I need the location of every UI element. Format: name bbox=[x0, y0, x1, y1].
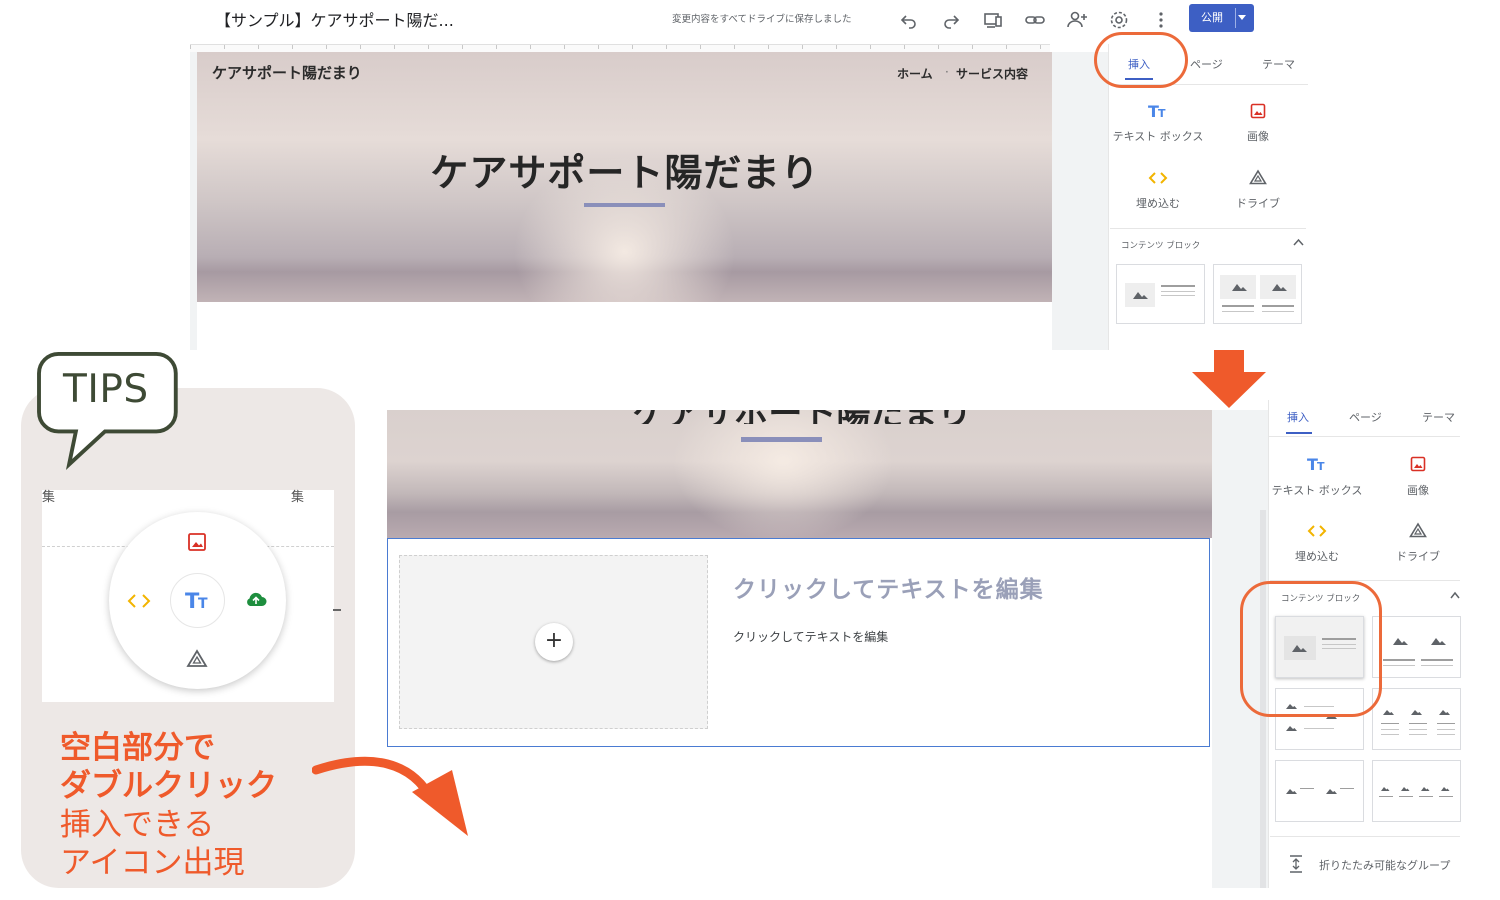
embed-icon[interactable] bbox=[1148, 170, 1168, 186]
svg-text:T: T bbox=[1158, 107, 1166, 120]
tips-edge-mark bbox=[333, 609, 341, 611]
drive-icon[interactable] bbox=[1249, 169, 1267, 186]
preview-icon[interactable] bbox=[981, 8, 1005, 32]
curved-arrow-indicator bbox=[312, 752, 472, 842]
publish-label: 公開 bbox=[1201, 11, 1223, 24]
hero-title-crop: ケアサポート陽だまり bbox=[387, 410, 1212, 424]
document-title[interactable]: 【サンプル】ケアサポート陽だ... bbox=[215, 7, 454, 31]
more-icon[interactable] bbox=[1149, 8, 1173, 32]
insert-image-label-bottom[interactable]: 画像 bbox=[1368, 482, 1468, 498]
tab-insert-bottom[interactable]: 挿入 bbox=[1287, 409, 1309, 425]
content-block-thumb-1[interactable] bbox=[1116, 264, 1205, 324]
content-block-thumb-2[interactable] bbox=[1372, 616, 1461, 678]
content-body-text[interactable]: クリックしてテキストを編集 bbox=[733, 628, 888, 645]
nav-services[interactable]: サービス内容 bbox=[956, 65, 1028, 82]
nav-home[interactable]: ホーム bbox=[897, 65, 933, 82]
embed-icon[interactable] bbox=[1307, 523, 1327, 539]
drive-icon[interactable] bbox=[1409, 522, 1427, 539]
tab-themes[interactable]: テーマ bbox=[1262, 56, 1295, 72]
site-name[interactable]: ケアサポート陽だまり bbox=[212, 62, 362, 83]
hero-underline-bottom bbox=[741, 437, 822, 442]
tips-badge: TIPS bbox=[63, 367, 149, 412]
panel-divider-2 bbox=[1110, 228, 1306, 229]
add-image-button[interactable]: + bbox=[535, 623, 573, 661]
insert-image-label[interactable]: 画像 bbox=[1208, 128, 1308, 144]
highlight-insert-tab bbox=[1094, 32, 1188, 88]
nav-separator: · bbox=[945, 65, 949, 79]
settings-icon[interactable] bbox=[1107, 8, 1131, 32]
insert-text-box-label[interactable]: テキスト ボックス bbox=[1108, 128, 1208, 144]
hero-title[interactable]: ケアサポート陽だまり bbox=[380, 142, 870, 197]
collapse-chevron-icon[interactable] bbox=[1293, 238, 1304, 246]
content-heading[interactable]: クリックしてテキストを編集 bbox=[733, 570, 1044, 604]
insert-drive-label-bottom[interactable]: ドライブ bbox=[1368, 548, 1468, 564]
image-icon[interactable] bbox=[187, 532, 207, 552]
content-block-thumb-6[interactable] bbox=[1372, 760, 1461, 822]
text-box-icon[interactable]: TT bbox=[1307, 455, 1327, 473]
highlight-content-block bbox=[1240, 581, 1382, 717]
svg-text:T: T bbox=[198, 596, 208, 612]
share-icon[interactable] bbox=[1065, 8, 1089, 32]
hero-banner-bottom[interactable] bbox=[387, 410, 1212, 538]
tips-edge-char-right: 集 bbox=[291, 490, 305, 505]
text-box-icon[interactable]: TT bbox=[1148, 102, 1168, 120]
save-status: 変更内容をすべてドライブに保存しました bbox=[672, 14, 852, 25]
collapse-chevron-icon[interactable] bbox=[1450, 591, 1460, 599]
upload-icon[interactable] bbox=[244, 590, 268, 610]
insert-embed-label-bottom[interactable]: 埋め込む bbox=[1268, 548, 1366, 564]
link-icon[interactable] bbox=[1023, 8, 1047, 32]
insert-text-box-label-bottom[interactable]: テキスト ボックス bbox=[1268, 482, 1366, 498]
insert-drive-label[interactable]: ドライブ bbox=[1208, 195, 1308, 211]
text-box-icon[interactable]: TT bbox=[185, 589, 211, 613]
svg-text:T: T bbox=[1317, 460, 1325, 473]
tab-insert-indicator-bottom bbox=[1286, 432, 1312, 434]
down-arrow-indicator bbox=[1190, 350, 1268, 410]
insert-embed-label[interactable]: 埋め込む bbox=[1108, 195, 1208, 211]
image-icon[interactable] bbox=[1250, 103, 1266, 119]
tips-edge-char-left: 集 bbox=[42, 490, 56, 505]
panel-divider-bottom bbox=[1268, 436, 1460, 437]
embed-icon[interactable] bbox=[127, 592, 151, 610]
drive-icon[interactable] bbox=[186, 649, 208, 669]
hero-title-bottom[interactable]: ケアサポート陽だまり bbox=[577, 410, 1027, 424]
redo-icon[interactable] bbox=[939, 8, 963, 32]
undo-icon[interactable] bbox=[897, 8, 921, 32]
panel-divider-bottom-3 bbox=[1270, 836, 1460, 837]
tab-pages[interactable]: ページ bbox=[1190, 56, 1223, 72]
content-block-thumb-5[interactable] bbox=[1275, 760, 1364, 822]
publish-divider bbox=[1235, 8, 1236, 28]
collapsible-group-icon[interactable] bbox=[1289, 855, 1303, 873]
tab-pages-bottom[interactable]: ページ bbox=[1349, 409, 1382, 425]
ruler bbox=[190, 44, 1050, 52]
publish-dropdown-icon[interactable] bbox=[1238, 15, 1246, 20]
publish-button[interactable]: 公開 bbox=[1189, 4, 1254, 32]
collapsible-group-label[interactable]: 折りたたみ可能なグループ bbox=[1319, 857, 1450, 873]
content-block-thumb-4[interactable] bbox=[1372, 688, 1461, 750]
content-block-thumb-2[interactable] bbox=[1213, 264, 1302, 324]
content-blocks-header[interactable]: コンテンツ ブロック bbox=[1121, 239, 1200, 251]
tab-themes-bottom[interactable]: テーマ bbox=[1422, 409, 1455, 425]
hero-underline bbox=[584, 203, 665, 207]
image-icon[interactable] bbox=[1410, 456, 1426, 472]
tips-line-4: アイコン出現 bbox=[60, 845, 245, 881]
